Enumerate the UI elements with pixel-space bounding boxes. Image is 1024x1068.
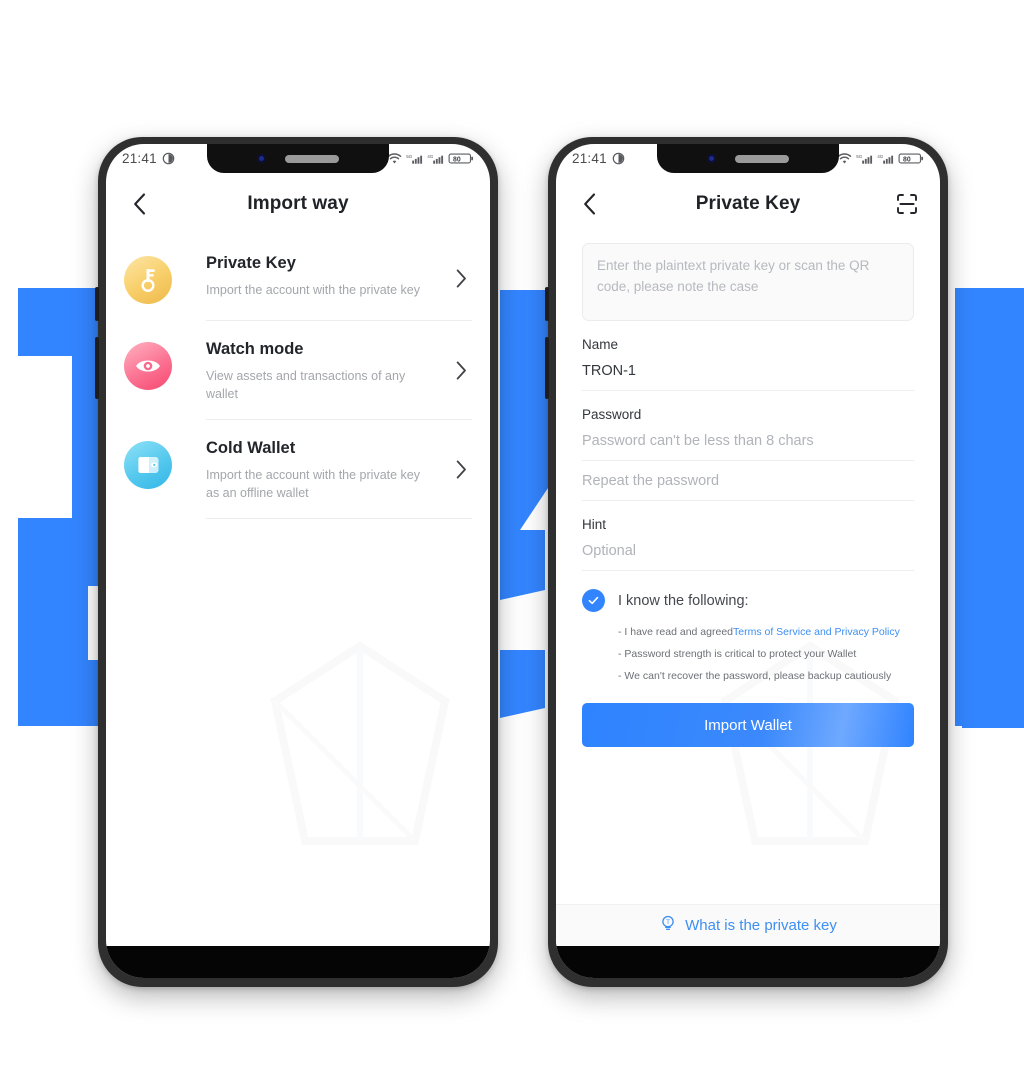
- field-label-name: Name: [582, 337, 619, 352]
- wallet-icon: [124, 440, 172, 489]
- phone-chin-left: [106, 946, 490, 978]
- private-key-input[interactable]: [582, 243, 914, 321]
- list-divider: [206, 517, 472, 519]
- chevron-right-icon[interactable]: [450, 268, 472, 290]
- agreement-item: - I have read and agreedTerms of Service…: [618, 621, 914, 643]
- field-name: Name: [582, 321, 914, 391]
- svg-text:4G: 4G: [877, 153, 884, 158]
- agreement-block: I know the following: - I have read and …: [582, 571, 914, 687]
- name-input[interactable]: [582, 363, 914, 390]
- background-watermark-left: [210, 606, 490, 906]
- field-repeat-password: [582, 461, 914, 501]
- signal-icon-5g: 5G: [406, 153, 423, 165]
- qr-scan-icon: [897, 194, 917, 214]
- repeat-password-input[interactable]: [582, 473, 914, 500]
- list-item[interactable]: Watch mode View assets and transactions …: [124, 321, 472, 419]
- svg-text:4G: 4G: [427, 153, 434, 158]
- svg-text:5G: 5G: [406, 153, 413, 158]
- svg-text:T: T: [666, 919, 670, 926]
- hint-input[interactable]: [582, 543, 914, 570]
- eye-icon: [124, 342, 172, 390]
- page-title: Import way: [247, 193, 349, 214]
- list-item-title: Private Key: [206, 254, 296, 272]
- battery-level-text: 80: [903, 156, 911, 163]
- app-header-right: Private Key: [556, 173, 940, 235]
- terms-privacy-link[interactable]: Terms of Service and Privacy Policy: [733, 626, 900, 638]
- key-icon: [124, 256, 172, 304]
- side-button-power-left[interactable]: [95, 337, 99, 399]
- agreement-title: I know the following:: [618, 592, 749, 609]
- private-key-help-label: What is the private key: [685, 917, 837, 934]
- field-label-hint: Hint: [582, 517, 607, 532]
- screen-body-left: Private Key Import the account with the …: [106, 235, 490, 946]
- agreement-checkbox[interactable]: [582, 589, 605, 612]
- battery-icon: 80: [448, 152, 474, 165]
- chevron-right-icon[interactable]: [450, 459, 472, 481]
- list-item-subtitle: Import the account with the private key: [206, 282, 420, 297]
- list-item[interactable]: Cold Wallet Import the account with the …: [124, 420, 472, 518]
- agreement-item: - Password strength is critical to prote…: [618, 648, 857, 661]
- phone-device-right: 21:41 5G 4G 80 Private Key Enter the pla…: [545, 137, 948, 987]
- list-item-subtitle: View assets and transactions of any wall…: [206, 368, 406, 401]
- alarm-icon: [162, 152, 175, 165]
- private-key-help-bar[interactable]: T What is the private key: [556, 904, 940, 946]
- back-button[interactable]: [124, 189, 154, 219]
- list-item-subtitle: Import the account with the private key …: [206, 467, 420, 500]
- side-button-power-right[interactable]: [545, 337, 549, 399]
- list-item-title: Cold Wallet: [206, 438, 296, 457]
- front-camera-icon: [257, 154, 266, 163]
- agreement-item: - We can't recover the password, please …: [618, 670, 892, 683]
- alarm-icon: [612, 152, 625, 165]
- status-time: 21:41: [122, 151, 157, 166]
- chevron-left-icon: [133, 193, 145, 215]
- import-wallet-button[interactable]: Import Wallet: [582, 703, 914, 748]
- earpiece-speaker: [735, 154, 789, 163]
- phone-notch-left: [207, 144, 389, 173]
- password-input[interactable]: [582, 433, 914, 460]
- signal-icon-4g: 4G: [427, 153, 444, 165]
- agreement-items: - I have read and agreedTerms of Service…: [582, 612, 914, 687]
- side-button-volume-right[interactable]: [545, 287, 549, 321]
- chevron-left-icon: [583, 193, 595, 215]
- phone-notch-right: [657, 144, 839, 173]
- earpiece-speaker: [285, 154, 339, 163]
- chevron-right-icon[interactable]: [450, 360, 472, 382]
- signal-icon-5g: 5G: [856, 153, 873, 165]
- import-options-list: Private Key Import the account with the …: [106, 235, 490, 519]
- list-item-title: Watch mode: [206, 340, 304, 358]
- wifi-icon: [387, 152, 402, 165]
- battery-level-text: 80: [453, 156, 461, 163]
- agreement-item-text: - I have read and agreed: [618, 626, 733, 638]
- app-header-left: Import way: [106, 173, 490, 235]
- status-time: 21:41: [572, 151, 607, 166]
- signal-icon-4g: 4G: [877, 153, 894, 165]
- phone-chin-right: [556, 946, 940, 978]
- svg-text:5G: 5G: [856, 153, 863, 158]
- field-label-password: Password: [582, 407, 642, 422]
- qr-scan-button[interactable]: [892, 189, 922, 219]
- phone-device-left: 21:41 5G 4G 80 Import way Private Key Im…: [95, 137, 498, 987]
- wifi-icon: [837, 152, 852, 165]
- header-right-spacer: [442, 189, 472, 219]
- back-button[interactable]: [574, 189, 604, 219]
- check-icon: [588, 596, 599, 605]
- lightbulb-icon: T: [659, 914, 677, 937]
- battery-icon: 80: [898, 152, 924, 165]
- front-camera-icon: [707, 154, 716, 163]
- list-item[interactable]: Private Key Import the account with the …: [124, 235, 472, 320]
- field-password: Password: [582, 391, 914, 461]
- side-button-volume-left[interactable]: [95, 287, 99, 321]
- private-key-form: Name Password Hint: [556, 243, 940, 748]
- field-hint: Hint: [582, 501, 914, 571]
- page-title: Private Key: [695, 193, 801, 214]
- screen-body-right: Name Password Hint: [556, 235, 940, 946]
